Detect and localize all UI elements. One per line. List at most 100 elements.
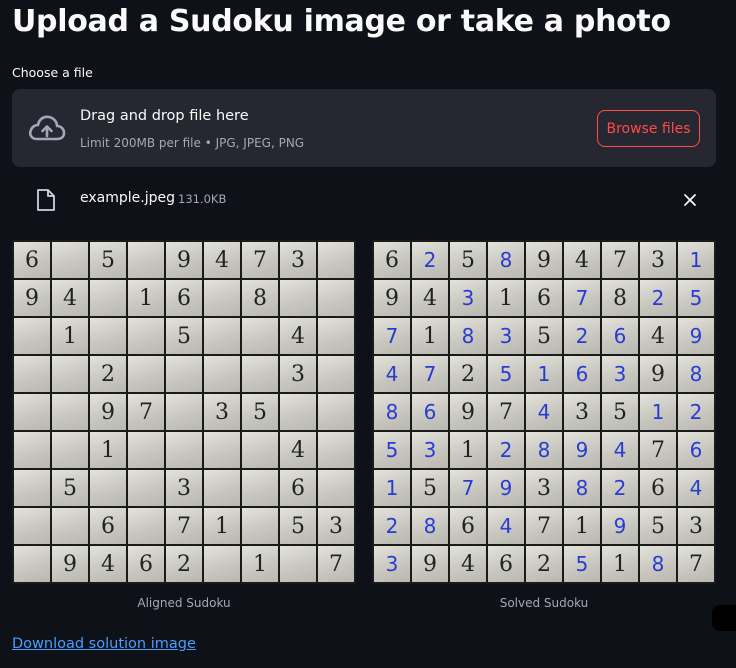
- aligned-sudoku-image: 659473941681542397351453667153946217: [12, 240, 356, 584]
- sudoku-cell: 8: [602, 280, 638, 316]
- sudoku-cell: [318, 356, 354, 392]
- sudoku-cell: 2: [640, 280, 676, 316]
- sudoku-cell: 5: [374, 432, 410, 468]
- sudoku-cell: [90, 280, 126, 316]
- sudoku-cell: 5: [90, 242, 126, 278]
- sudoku-cell: 4: [412, 280, 448, 316]
- download-solution-link[interactable]: Download solution image: [12, 636, 196, 652]
- sudoku-cell: 9: [640, 356, 676, 392]
- sudoku-cell: 4: [374, 356, 410, 392]
- sudoku-cell: [90, 470, 126, 506]
- sudoku-cell: 3: [204, 394, 240, 430]
- sudoku-cell: 9: [678, 318, 714, 354]
- sudoku-cell: [318, 318, 354, 354]
- sudoku-cell: 4: [640, 318, 676, 354]
- sudoku-cell: 6: [450, 508, 486, 544]
- sudoku-cell: 3: [280, 242, 316, 278]
- sudoku-cell: 4: [280, 318, 316, 354]
- sudoku-cell: 2: [488, 432, 524, 468]
- sudoku-cell: 6: [128, 546, 164, 582]
- sudoku-cell: 5: [166, 318, 202, 354]
- sudoku-cell: 2: [450, 356, 486, 392]
- sudoku-cell: 9: [90, 394, 126, 430]
- sudoku-cell: 5: [242, 394, 278, 430]
- sudoku-cell: [318, 280, 354, 316]
- file-size: 131.0KB: [178, 192, 227, 206]
- sudoku-cell: 7: [412, 356, 448, 392]
- sudoku-cell: [318, 470, 354, 506]
- sudoku-cell: 1: [640, 394, 676, 430]
- sudoku-cell: 3: [450, 280, 486, 316]
- sudoku-cell: 3: [602, 356, 638, 392]
- sudoku-cell: 7: [242, 242, 278, 278]
- aligned-caption: Aligned Sudoku: [137, 596, 231, 610]
- sudoku-cell: 4: [526, 394, 562, 430]
- uploaded-file-row: example.jpeg 131.0KB: [12, 184, 716, 216]
- file-uploader-label: Choose a file: [12, 65, 93, 80]
- sudoku-cell: 5: [678, 280, 714, 316]
- sudoku-cell: [14, 432, 50, 468]
- sudoku-cell: 8: [640, 546, 676, 582]
- sudoku-cell: 5: [564, 546, 600, 582]
- close-icon[interactable]: [682, 192, 698, 208]
- sudoku-cell: [52, 432, 88, 468]
- sudoku-cell: 4: [204, 242, 240, 278]
- sudoku-cell: 8: [412, 508, 448, 544]
- sudoku-cell: 7: [166, 508, 202, 544]
- sudoku-cell: 7: [488, 394, 524, 430]
- browse-files-button[interactable]: Browse files: [597, 110, 700, 147]
- sudoku-cell: 6: [640, 470, 676, 506]
- sudoku-cell: 9: [450, 394, 486, 430]
- sudoku-cell: 4: [280, 432, 316, 468]
- status-widget[interactable]: [712, 605, 736, 631]
- sudoku-cell: 6: [412, 394, 448, 430]
- sudoku-cell: 1: [90, 432, 126, 468]
- sudoku-cell: 5: [526, 318, 562, 354]
- sudoku-cell: 5: [412, 470, 448, 506]
- sudoku-cell: [128, 508, 164, 544]
- sudoku-cell: 4: [488, 508, 524, 544]
- sudoku-cell: 7: [374, 318, 410, 354]
- sudoku-cell: [204, 470, 240, 506]
- sudoku-cell: [280, 394, 316, 430]
- cloud-upload-icon: [28, 113, 66, 147]
- sudoku-cell: 4: [90, 546, 126, 582]
- sudoku-cell: [52, 508, 88, 544]
- sudoku-cell: 1: [374, 470, 410, 506]
- sudoku-cell: 2: [602, 470, 638, 506]
- sudoku-cell: 2: [678, 394, 714, 430]
- file-dropzone[interactable]: Drag and drop file here Limit 200MB per …: [12, 89, 716, 167]
- dropzone-limits: Limit 200MB per file • JPG, JPEG, PNG: [80, 136, 305, 150]
- sudoku-cell: 3: [280, 356, 316, 392]
- sudoku-cell: 5: [52, 470, 88, 506]
- sudoku-cell: 6: [90, 508, 126, 544]
- sudoku-cell: 6: [374, 242, 410, 278]
- sudoku-cell: 3: [488, 318, 524, 354]
- sudoku-cell: 9: [52, 546, 88, 582]
- sudoku-cell: 9: [412, 546, 448, 582]
- sudoku-cell: 7: [640, 432, 676, 468]
- sudoku-cell: 7: [602, 242, 638, 278]
- sudoku-cell: 9: [602, 508, 638, 544]
- sudoku-cell: 8: [242, 280, 278, 316]
- sudoku-cell: 9: [166, 242, 202, 278]
- sudoku-cell: 1: [450, 432, 486, 468]
- sudoku-cell: [242, 432, 278, 468]
- sudoku-cell: 5: [280, 508, 316, 544]
- sudoku-cell: 3: [564, 394, 600, 430]
- sudoku-cell: [204, 280, 240, 316]
- sudoku-cell: 7: [450, 470, 486, 506]
- sudoku-cell: [242, 508, 278, 544]
- sudoku-cell: 7: [564, 280, 600, 316]
- sudoku-cell: [128, 242, 164, 278]
- sudoku-cell: [14, 546, 50, 582]
- sudoku-cell: 1: [128, 280, 164, 316]
- sudoku-cell: 5: [640, 508, 676, 544]
- sudoku-cell: 6: [678, 432, 714, 468]
- sudoku-cell: 2: [90, 356, 126, 392]
- file-name: example.jpeg: [80, 190, 175, 206]
- sudoku-cell: 2: [526, 546, 562, 582]
- sudoku-cell: 7: [128, 394, 164, 430]
- sudoku-cell: 4: [678, 470, 714, 506]
- sudoku-cell: 6: [14, 242, 50, 278]
